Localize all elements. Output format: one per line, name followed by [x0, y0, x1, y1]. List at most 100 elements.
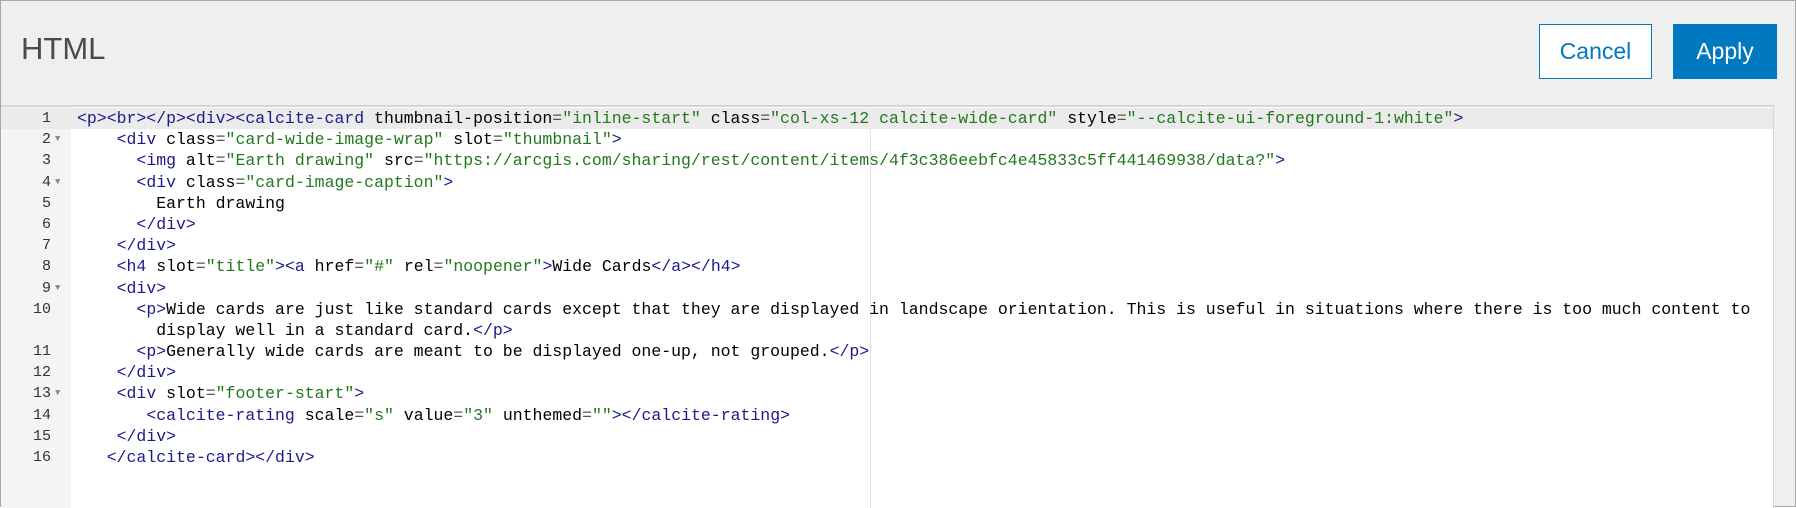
token-eq: =: [413, 151, 424, 171]
line-number: 1: [41, 110, 51, 127]
token-tag: <div: [116, 130, 157, 150]
code-line[interactable]: 14 <calcite-rating scale="s" value="3" u…: [1, 405, 1773, 426]
line-number: 4: [41, 173, 51, 191]
line-number: 8: [41, 258, 51, 276]
code-line[interactable]: 16 </calcite-card></div>: [1, 447, 1773, 468]
cancel-button[interactable]: Cancel: [1539, 24, 1652, 79]
token-eq: =: [492, 130, 503, 150]
token-tag: >: [542, 257, 553, 277]
token-tag: </div>: [116, 426, 177, 446]
token-attr: src: [374, 151, 414, 171]
token-eq: =: [354, 405, 365, 425]
code-line[interactable]: 4 ▼ <div class="card-image-caption">: [1, 172, 1773, 193]
code-text: display well in a standard card.</p>: [77, 320, 513, 341]
code-line[interactable]: 9 ▼ <div>: [1, 278, 1773, 299]
code-text: <p>Wide cards are just like standard car…: [77, 299, 1750, 320]
code-text: </div>: [77, 362, 176, 383]
line-number: 12: [32, 364, 51, 382]
token-attr: thumbnail-position: [364, 109, 553, 128]
token-tag: </p>: [829, 342, 870, 362]
code-line[interactable]: 13 ▼ <div slot="footer-start">: [1, 383, 1773, 404]
code-text: <img alt="Earth drawing" src="https://ar…: [77, 150, 1285, 171]
token-text: Wide Cards: [552, 257, 652, 277]
token-tag: >: [443, 172, 454, 192]
code-text: <div class="card-wide-image-wrap" slot="…: [77, 129, 622, 150]
token-attr: unthemed: [492, 405, 583, 425]
code-line[interactable]: 15 </div>: [1, 426, 1773, 447]
code-text: <div>: [77, 278, 167, 299]
code-line[interactable]: 7 </div>: [1, 235, 1773, 256]
code-text: <div class="card-image-caption">: [77, 172, 453, 193]
line-number: 2: [41, 131, 51, 149]
code-text: <calcite-rating scale="s" value="3" unth…: [77, 405, 790, 426]
code-line[interactable]: 11 <p>Generally wide cards are meant to …: [1, 341, 1773, 362]
code-line[interactable]: 1 <p><br></p><div><calcite-card thumbnail…: [1, 108, 1773, 130]
token-str: "card-wide-image-wrap": [225, 130, 444, 150]
token-attr: value: [393, 405, 454, 425]
token-attr: slot: [146, 257, 196, 277]
token-str: "--calcite-ui-foreground-1:white": [1126, 109, 1454, 128]
token-tag: ><a: [275, 257, 305, 277]
fold-arrow-icon[interactable]: ▼: [55, 172, 60, 193]
token-eq: =: [354, 257, 365, 277]
code-text: Earth drawing: [77, 193, 285, 214]
token-eq: =: [235, 172, 246, 192]
line-number: 9: [41, 279, 51, 297]
dialog-header: HTML Cancel Apply: [1, 1, 1795, 105]
line-number: 14: [32, 406, 51, 424]
code-text: </div>: [77, 426, 176, 447]
token-str: "card-image-caption": [245, 172, 444, 192]
code-line[interactable]: 3 <img alt="Earth drawing" src="https://…: [1, 150, 1773, 171]
code-line[interactable]: 10 <p>Wide cards are just like standard …: [1, 299, 1773, 320]
token-tag: >: [1275, 151, 1286, 171]
token-tag: <div: [136, 172, 177, 192]
token-str: "thumbnail": [502, 130, 612, 150]
token-eq: =: [195, 257, 206, 277]
token-tag: <p>: [136, 342, 167, 362]
code-line[interactable]: 8 <h4 slot="title"><a href="#" rel="noop…: [1, 256, 1773, 277]
token-tag: ></calcite-rating>: [611, 405, 791, 425]
dialog-title: HTML: [21, 31, 106, 66]
token-str: "#": [364, 257, 394, 277]
code-line[interactable]: 12 </div>: [1, 362, 1773, 383]
apply-button[interactable]: Apply: [1673, 24, 1777, 79]
token-attr: href: [304, 257, 355, 277]
code-editor[interactable]: 1 <p><br></p><div><calcite-card thumbnail…: [1, 105, 1774, 508]
token-eq: =: [215, 130, 226, 150]
html-editor-dialog: HTML Cancel Apply 1 <p><br></p><div><calc…: [0, 0, 1796, 508]
token-tag: <calcite-rating: [146, 405, 295, 425]
line-number: 13: [32, 385, 51, 403]
token-attr: class: [700, 109, 761, 128]
code-lines[interactable]: 1 <p><br></p><div><calcite-card thumbnail…: [1, 108, 1773, 468]
code-text: </div>: [77, 235, 176, 256]
token-attr: class: [156, 130, 216, 150]
fold-arrow-icon[interactable]: ▼: [55, 129, 60, 150]
token-eq: =: [205, 384, 216, 404]
token-tag: <p>: [136, 299, 167, 319]
token-str: "noopener": [443, 257, 543, 277]
code-line[interactable]: 6 </div>: [1, 214, 1773, 235]
token-tag: >: [354, 384, 365, 404]
fold-arrow-icon[interactable]: ▼: [55, 383, 60, 404]
token-str: "3": [463, 405, 493, 425]
fold-arrow-icon[interactable]: ▼: [55, 278, 60, 299]
token-str: "s": [364, 405, 394, 425]
token-tag: </p>: [473, 320, 513, 340]
code-line[interactable]: display well in a standard card.</p>: [1, 320, 1773, 341]
token-tag: </div>: [116, 236, 177, 256]
token-tag: >: [1453, 109, 1464, 128]
code-line[interactable]: 5 Earth drawing: [1, 193, 1773, 214]
code-line[interactable]: 2 ▼ <div class="card-wide-image-wrap" slo…: [1, 129, 1773, 150]
code-text: </div>: [77, 214, 195, 235]
token-tag: </a></h4>: [651, 257, 741, 277]
code-text: <h4 slot="title"><a href="#" rel="noopen…: [77, 256, 741, 277]
token-text: Generally wide cards are meant to be dis…: [166, 342, 830, 362]
line-number: 10: [32, 300, 51, 318]
